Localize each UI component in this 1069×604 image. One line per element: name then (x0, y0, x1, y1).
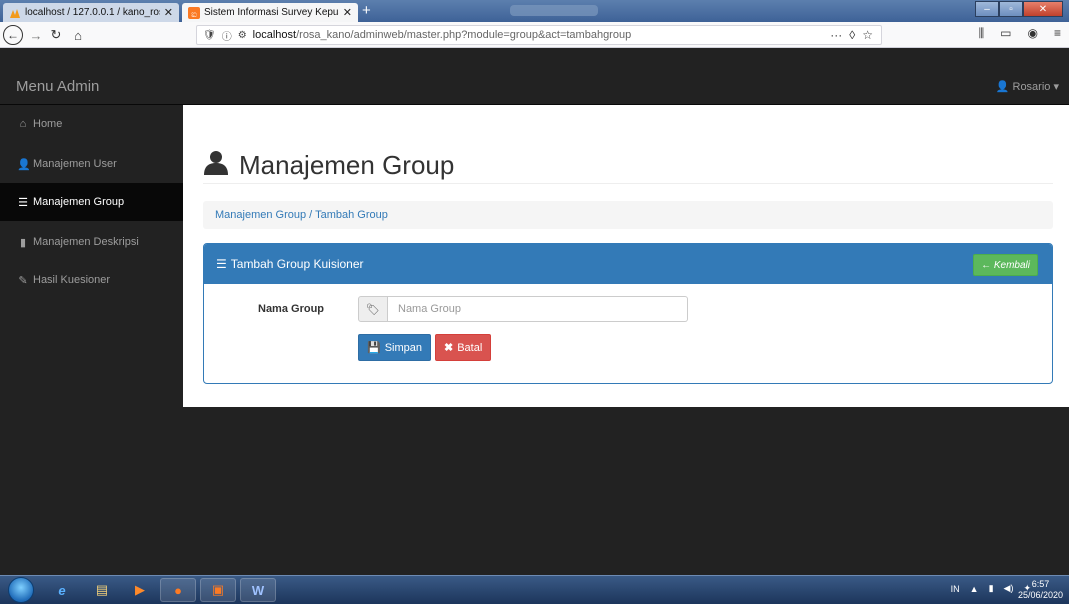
browser-tab-title: localhost / 127.0.0.1 / kano_ros (25, 7, 160, 18)
url-bar[interactable]: 🛡 ⓘ ⚙ localhost/rosa_kano/adminweb/maste… (196, 25, 882, 45)
save-button-label: Simpan (384, 341, 422, 354)
browser-tab-bar: localhost / 127.0.0.1 / kano_ros ✕ ಐ Sis… (0, 0, 1069, 22)
caret-down-icon: ▾ (1053, 81, 1059, 93)
close-icon: ✖ (444, 342, 454, 354)
main-content: Manajemen Group Manajemen Group / Tambah… (183, 105, 1069, 407)
library-icon[interactable]: ⫼ (979, 26, 985, 41)
cancel-button[interactable]: ✖ Batal (435, 334, 492, 361)
page-title: Manajemen Group (203, 149, 454, 182)
sidebar-item-manajemen-deskripsi[interactable]: ▮ Manajemen Deskripsi (0, 223, 183, 261)
sidebar-item-label: Manajemen User (33, 158, 117, 170)
back-button-label: Kembali (993, 259, 1030, 271)
profile-icon[interactable]: ◉ (1028, 26, 1038, 41)
save-button[interactable]: 💾 Simpan (358, 334, 431, 361)
volume-icon[interactable]: ◀) (1004, 583, 1014, 594)
close-window-icon[interactable]: ✕ (1023, 1, 1063, 17)
page-top-background (0, 48, 1069, 68)
title-divider (203, 183, 1053, 184)
sidebar-item-manajemen-user[interactable]: 👤 Manajemen User (0, 145, 183, 183)
start-button-icon[interactable] (8, 577, 34, 603)
url-actions: ··· ◊ ☆ (830, 26, 881, 44)
media-player-icon[interactable]: ▶ (122, 578, 158, 602)
panel-heading: ☰ Tambah Group Kuisioner ← Kembali (204, 244, 1052, 284)
window-controls: – ▫ ✕ (975, 1, 1063, 17)
new-tab-icon[interactable]: + (362, 2, 371, 19)
clock-date: 25/06/2020 (1017, 590, 1063, 600)
breadcrumb[interactable]: Manajemen Group / Tambah Group (203, 201, 1053, 229)
firefox-taskbar-icon[interactable]: ● (160, 578, 196, 602)
floppy-icon: 💾 (367, 342, 381, 354)
maximize-icon[interactable]: ▫ (999, 1, 1023, 17)
xampp-taskbar-icon[interactable]: ▣ (200, 578, 236, 602)
form-panel: ☰ Tambah Group Kuisioner ← Kembali Nama … (203, 243, 1053, 384)
user-name: Rosario (1012, 81, 1051, 93)
shield-icon: 🛡 (203, 29, 216, 41)
edit-icon: ✎ (18, 274, 28, 287)
nama-group-label: Nama Group (258, 303, 325, 315)
url-path: /rosa_kano/adminweb/master.php?module=gr… (296, 29, 632, 41)
xampp-favicon-icon: ಐ (188, 6, 200, 20)
svg-text:ಐ: ಐ (191, 10, 197, 19)
sidebar-icon[interactable]: ▭ (1000, 26, 1011, 41)
more-actions-icon[interactable]: ··· (830, 28, 842, 42)
info-icon[interactable]: ⓘ (222, 28, 232, 43)
sidebar: ⌂ Home 👤 Manajemen User ☰ Manajemen Group ▮… (0, 105, 183, 575)
panel-title: Tambah Group Kuisioner (230, 257, 364, 271)
tags-icon: 🏷 (358, 296, 388, 322)
sidebar-item-label: Home (33, 118, 63, 130)
sidebar-item-label: Hasil Kuesioner (33, 274, 111, 286)
back-button[interactable]: ← Kembali (973, 254, 1038, 276)
menu-icon[interactable]: ≡ (1054, 26, 1061, 41)
page-title-text: Manajemen Group (239, 150, 455, 180)
sidebar-item-hasil-kuesioner[interactable]: ✎ Hasil Kuesioner (0, 261, 183, 299)
sidebar-item-label: Manajemen Group (33, 196, 125, 208)
list-icon: ☰ (18, 196, 28, 209)
sidebar-item-home[interactable]: ⌂ Home (0, 105, 183, 143)
browser-toolbar: ← → ↻ ⌂ 🛡 ⓘ ⚙ localhost/rosa_kano/adminw… (0, 22, 1069, 48)
browser-tab-title: Sistem Informasi Survey Kepua (204, 7, 339, 18)
nama-group-input[interactable] (388, 296, 688, 322)
permissions-icon[interactable]: ⚙ (238, 30, 247, 41)
phpmyadmin-favicon-icon (9, 7, 21, 19)
clock-time: 6:57 (1031, 579, 1050, 589)
navbar-brand[interactable]: Menu Admin (16, 78, 99, 95)
user-menu[interactable]: 👤 Rosario ▾ (996, 80, 1059, 93)
home-icon[interactable]: ⌂ (70, 26, 86, 44)
user-icon (203, 149, 239, 182)
cancel-button-label: Batal (457, 341, 483, 354)
reload-icon[interactable]: ↻ (48, 26, 64, 44)
url-host: localhost (252, 29, 297, 41)
sidebar-item-label: Manajemen Deskripsi (33, 236, 139, 248)
file-explorer-icon[interactable]: ▤ (84, 578, 120, 602)
arrow-left-icon: ← (981, 259, 994, 271)
forward-arrow-icon[interactable]: → (28, 26, 44, 44)
windows-taskbar: e ▤ ▶ ● ▣ W IN ▲ ▮ ◀) ✦ 6:57 25/06/2020 (0, 575, 1069, 604)
home-icon: ⌂ (19, 118, 27, 130)
battery-icon[interactable]: ▮ (989, 583, 994, 594)
back-arrow-icon[interactable]: ← (3, 25, 23, 45)
close-tab-icon[interactable]: ✕ (164, 6, 173, 19)
browser-tool-icons: ⫼ ▭ ◉ ≡ (979, 26, 1061, 41)
browser-tab-survey[interactable]: ಐ Sistem Informasi Survey Kepua ✕ (182, 3, 358, 22)
blurred-window-title (510, 5, 598, 16)
close-tab-icon[interactable]: ✕ (343, 6, 352, 19)
language-indicator[interactable]: IN (951, 584, 960, 594)
bookmark-star-icon[interactable]: ☆ (862, 28, 873, 42)
user-icon: 👤 (17, 158, 31, 171)
user-icon: 👤 (995, 81, 1010, 93)
taskbar-clock[interactable]: 6:57 25/06/2020 (1018, 579, 1063, 601)
word-taskbar-icon[interactable]: W (240, 578, 276, 602)
list-icon: ☰ (216, 257, 227, 271)
show-hidden-icons-icon[interactable]: ▲ (970, 584, 979, 594)
pocket-icon[interactable]: ◊ (849, 28, 855, 42)
admin-navbar: Menu Admin 👤 Rosario ▾ (0, 68, 1069, 105)
internet-explorer-icon[interactable]: e (44, 578, 80, 602)
browser-tab-phpmyadmin[interactable]: localhost / 127.0.0.1 / kano_ros ✕ (3, 3, 179, 22)
minimize-icon[interactable]: – (975, 1, 999, 17)
book-icon: ▮ (19, 236, 27, 249)
nama-group-input-group: 🏷 (358, 296, 688, 322)
sidebar-item-manajemen-group[interactable]: ☰ Manajemen Group (0, 183, 183, 221)
